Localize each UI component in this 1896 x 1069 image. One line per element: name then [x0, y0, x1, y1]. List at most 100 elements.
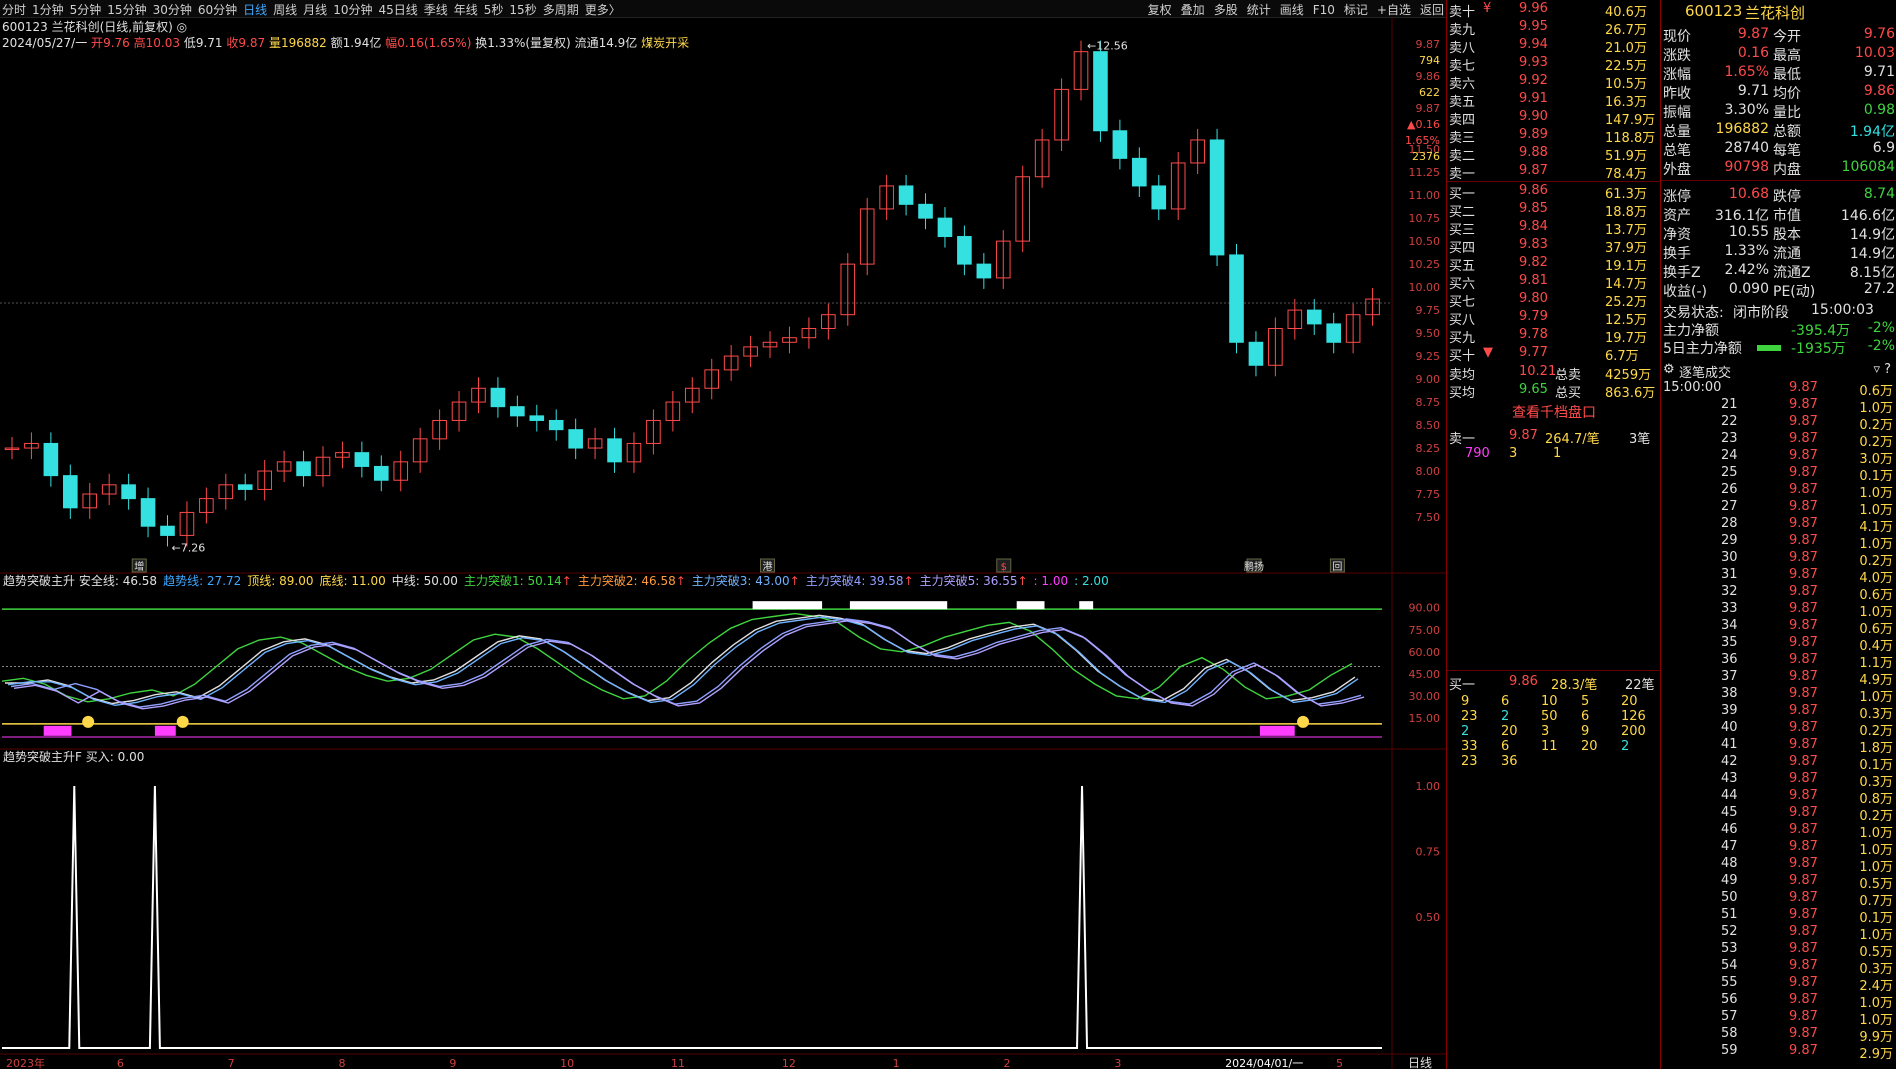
period-tab-3[interactable]: 15分钟 [107, 1, 146, 18]
ask-row[interactable]: 卖十 ¥9.96 40.6万 [1447, 1, 1661, 20]
quote-value: 3.30% [1724, 102, 1769, 118]
quote-value: 10.03 [1854, 45, 1895, 61]
quote-value: 27.2 [1863, 281, 1895, 297]
candle-body [237, 484, 253, 490]
tick-price: 9.87 [1789, 686, 1818, 701]
tick-time: 31 [1721, 567, 1738, 582]
tick-time: 37 [1721, 669, 1738, 684]
x-tick-label: 12 [782, 1057, 796, 1069]
tool-button-8[interactable]: 返回 [1420, 1, 1444, 18]
bid-row[interactable]: 买六 9.81 14.7万 [1447, 273, 1661, 292]
period-tab-10[interactable]: 45日线 [378, 1, 417, 18]
avg-bid-row[interactable]: 买均 9.65 总买 863.6万 [1447, 382, 1661, 401]
quote-value: 14.9亿 [1849, 227, 1895, 243]
tool-button-4[interactable]: 画线 [1280, 1, 1304, 18]
money-bag-icon[interactable] [176, 715, 189, 728]
ask-row[interactable]: 卖六 9.92 10.5万 [1447, 73, 1661, 92]
tool-button-3[interactable]: 统计 [1247, 1, 1271, 18]
tick-price: 9.87 [1789, 992, 1818, 1007]
avg-ask-row[interactable]: 卖均 10.21 总卖 4259万 [1447, 364, 1661, 383]
ask-row[interactable]: 卖八 9.94 21.0万 [1447, 37, 1661, 56]
tool-button-1[interactable]: 叠加 [1181, 1, 1205, 18]
tick-time: 27 [1721, 499, 1738, 514]
indicator-series-line [7, 616, 1359, 707]
dropdown-icon[interactable]: ◎ [177, 20, 187, 34]
buy1-row[interactable]: 买一 9.86 28.3/笔 22笔 [1447, 674, 1661, 693]
bid-row[interactable]: 买四 9.83 37.9万 [1447, 237, 1661, 256]
bid-row[interactable]: 买十 ▼ 9.77 6.7万 [1447, 345, 1661, 364]
period-tab-8[interactable]: 月线 [303, 1, 327, 18]
ask-row[interactable]: 卖九 9.95 26.7万 [1447, 19, 1661, 38]
period-tab-13[interactable]: 5秒 [484, 1, 504, 18]
quote-label: 均价 [1773, 86, 1801, 102]
period-tab-15[interactable]: 多周期 [543, 1, 579, 18]
bid-row[interactable]: 买八 9.79 12.5万 [1447, 309, 1661, 328]
sell1-row[interactable]: 卖一 9.87 264.7/笔 3笔 [1447, 428, 1661, 447]
candle-body [976, 263, 992, 279]
quote-label: 最高 [1773, 48, 1801, 64]
tool-button-5[interactable]: F10 [1313, 3, 1335, 17]
ask-price: 9.96 [1519, 1, 1548, 16]
queue-cell: 6 [1501, 694, 1510, 709]
help-icon[interactable]: ▿ ? [1873, 362, 1891, 377]
period-tab-7[interactable]: 周线 [273, 1, 297, 18]
period-tab-1[interactable]: 1分钟 [32, 1, 64, 18]
quote-label: 振幅 [1663, 105, 1691, 121]
money-bag-icon[interactable] [1297, 715, 1310, 728]
period-tab-6[interactable]: 日线 [243, 1, 267, 18]
period-tab-5[interactable]: 60分钟 [198, 1, 237, 18]
indicator-series-8: 主力突破4: 39.58↑ [805, 574, 914, 588]
bid-price: 9.83 [1519, 237, 1548, 252]
period-tab-0[interactable]: 分时 [2, 1, 26, 18]
tick-time: 48 [1721, 856, 1738, 871]
bid-price: 9.79 [1519, 309, 1548, 324]
period-tab-12[interactable]: 年线 [454, 1, 478, 18]
period-tab-2[interactable]: 5分钟 [70, 1, 102, 18]
tick-time: 23 [1721, 431, 1738, 446]
quote-row: 资产 316.1亿 市值 146.6亿 [1661, 205, 1896, 224]
candle-body [490, 387, 506, 408]
view-full-depth-button[interactable]: 查看千档盘口 [1447, 402, 1661, 421]
quote-row: 总量 196882 总额 1.94亿 [1661, 121, 1896, 140]
quote-label: 总额 [1773, 124, 1801, 140]
period-tab-16[interactable]: 更多〉 [585, 1, 621, 18]
ask-row[interactable]: 卖五 9.91 16.3万 [1447, 91, 1661, 110]
tool-button-7[interactable]: +自选 [1377, 1, 1411, 18]
bid-row[interactable]: 买五 9.82 19.1万 [1447, 255, 1661, 274]
tick-row: 27 9.87 1.0万 [1661, 499, 1896, 518]
period-tab-9[interactable]: 10分钟 [333, 1, 372, 18]
ask-row[interactable]: 卖四 9.90 147.9万 [1447, 109, 1661, 128]
ask-row[interactable]: 卖一 9.87 78.4万 [1447, 163, 1661, 182]
kline-chart-svg[interactable]: 11.5011.2511.0010.7510.5010.2510.009.759… [0, 18, 1446, 1069]
ask-row[interactable]: 卖七 9.93 22.5万 [1447, 55, 1661, 74]
bid-row[interactable]: 买七 9.80 25.2万 [1447, 291, 1661, 310]
tick-time: 32 [1721, 584, 1738, 599]
bid-row[interactable]: 买九 9.78 19.7万 [1447, 327, 1661, 346]
bid-volume: 61.3万 [1605, 187, 1647, 202]
ohlc-line: 2024/05/27/一 开9.76 高10.03 低9.71 收9.87 量1… [2, 36, 690, 50]
sell1-queue: 790 3 1 [1447, 446, 1661, 464]
tick-time: 15:00:00 [1663, 380, 1722, 395]
period-tab-14[interactable]: 15秒 [509, 1, 536, 18]
tool-button-0[interactable]: 复权 [1148, 1, 1172, 18]
bid-row[interactable]: 买二 9.85 18.8万 [1447, 201, 1661, 220]
tick-price: 9.87 [1789, 1026, 1818, 1041]
tool-button-2[interactable]: 多股 [1214, 1, 1238, 18]
bid-row[interactable]: 买一 9.86 61.3万 [1447, 183, 1661, 202]
ask-row[interactable]: 卖三 9.89 118.8万 [1447, 127, 1661, 146]
candle-body [140, 498, 156, 527]
indicator-series-10: : 1.00 [1033, 574, 1069, 588]
quote-value: 8.15亿 [1849, 265, 1895, 281]
period-tab-4[interactable]: 30分钟 [153, 1, 192, 18]
ask-label: 卖一 [1449, 167, 1476, 182]
y-tick-label: 8.75 [1416, 396, 1441, 409]
ask-row[interactable]: 卖二 9.88 51.9万 [1447, 145, 1661, 164]
gear-icon[interactable]: ⚙ [1663, 362, 1675, 377]
money-bag-icon[interactable] [82, 715, 95, 728]
tool-button-6[interactable]: 标记 [1344, 1, 1368, 18]
ask-volume: 21.0万 [1605, 41, 1647, 56]
bid-row[interactable]: 买三 9.84 13.7万 [1447, 219, 1661, 238]
period-tab-11[interactable]: 季线 [424, 1, 448, 18]
tick-row: 46 9.87 1.0万 [1661, 822, 1896, 841]
chart-area[interactable]: 11.50 11.25 11.00 10.75 10.50 10.25 10.00 9.75 9… [0, 18, 1446, 1069]
